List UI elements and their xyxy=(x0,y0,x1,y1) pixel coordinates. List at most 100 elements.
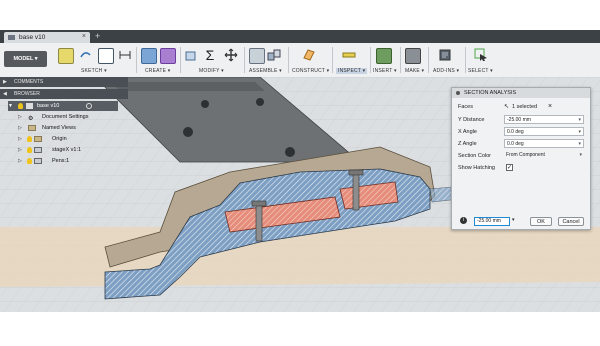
expand-arrow-icon[interactable]: ▷ xyxy=(18,112,22,122)
toolbar-divider xyxy=(332,47,333,73)
inspect-menu[interactable]: INSPECT ▾ xyxy=(336,68,368,74)
clear-selection-button[interactable]: × xyxy=(548,102,552,112)
toolbar-divider xyxy=(370,47,371,73)
main-toolbar: MODEL ▾ SKETCH ▾ CREATE ▾ Σ MODIFY ▾ ASS… xyxy=(0,43,600,78)
distance-input[interactable]: -25.00 mm xyxy=(474,217,510,226)
browser-panel-header[interactable]: ◀ BROWSER xyxy=(0,89,128,99)
new-component-icon[interactable] xyxy=(249,48,265,64)
z-angle-field[interactable]: 0.0 deg ▾ xyxy=(504,139,584,148)
document-tab[interactable]: base v10 × xyxy=(4,32,90,43)
section-analysis-dialog: SECTION ANALYSIS Faces ↖ 1 selected × Y … xyxy=(451,87,591,230)
screw xyxy=(255,204,263,242)
x-angle-field[interactable]: 0.0 deg ▾ xyxy=(504,127,584,136)
ok-button[interactable]: OK xyxy=(530,217,552,226)
joint-icon[interactable] xyxy=(267,48,281,62)
mount-hole xyxy=(183,127,193,137)
browser-item-document-settings[interactable]: ▷ ⚙ Document Settings xyxy=(18,112,118,122)
expand-arrow-icon[interactable]: ▼ xyxy=(8,101,13,111)
section-color-row: Section Color From Component ▾ xyxy=(458,151,584,160)
dropdown-arrow-icon[interactable]: ▾ xyxy=(578,128,581,136)
assemble-menu[interactable]: ASSEMBLE ▾ xyxy=(249,68,282,74)
cancel-button[interactable]: Cancel xyxy=(558,217,584,226)
modify-menu[interactable]: MODIFY ▾ xyxy=(199,68,224,74)
collapse-arrow-icon[interactable]: ▶ xyxy=(3,77,7,87)
toolbar-divider xyxy=(465,47,466,73)
document-tab-bar: base v10 × + xyxy=(0,30,600,43)
sketch-menu[interactable]: SKETCH ▾ xyxy=(81,68,107,74)
info-icon[interactable]: i xyxy=(460,217,467,224)
sum-icon[interactable]: Σ xyxy=(203,48,217,62)
offset-plane-icon[interactable] xyxy=(302,48,316,62)
create-sketch-icon[interactable] xyxy=(58,48,74,64)
browser-root-item[interactable]: ▼ base v10 xyxy=(8,101,118,111)
visibility-bulb-icon[interactable] xyxy=(27,147,32,153)
dropdown-arrow-icon[interactable]: ▾ xyxy=(578,116,581,124)
collapse-arrow-icon[interactable]: ◀ xyxy=(3,89,7,99)
dropdown-arrow-icon[interactable]: ▾ xyxy=(578,140,581,148)
scripts-icon[interactable] xyxy=(438,48,452,62)
active-radio-icon[interactable] xyxy=(86,103,92,109)
make-menu[interactable]: MAKE ▾ xyxy=(405,68,424,74)
faces-row: Faces ↖ 1 selected × xyxy=(458,102,553,112)
expand-arrow-icon[interactable]: ▷ xyxy=(18,134,22,144)
close-tab-button[interactable]: × xyxy=(82,33,86,40)
measure-icon[interactable] xyxy=(342,48,356,62)
expand-arrow-icon[interactable]: ▷ xyxy=(18,145,22,155)
browser-item-named-views[interactable]: ▷ Named Views xyxy=(18,123,118,133)
extrude-icon[interactable] xyxy=(141,48,157,64)
screw xyxy=(352,173,360,211)
component-icon xyxy=(34,147,42,153)
component-icon xyxy=(34,158,42,164)
visibility-bulb-icon[interactable] xyxy=(27,136,32,142)
construct-menu[interactable]: CONSTRUCT ▾ xyxy=(292,68,329,74)
move-icon[interactable] xyxy=(224,48,238,62)
workspace-switcher-button[interactable]: MODEL ▾ xyxy=(4,51,47,67)
add-ins-menu[interactable]: ADD-INS ▾ xyxy=(433,68,459,74)
browser-item-origin[interactable]: ▷ Origin xyxy=(18,134,118,144)
mount-hole xyxy=(256,98,264,106)
insert-image-icon[interactable] xyxy=(376,48,392,64)
toolbar-divider xyxy=(136,47,137,73)
show-hatching-row: Show Hatching ✓ xyxy=(458,164,513,171)
mount-hole xyxy=(285,147,295,157)
dialog-title: SECTION ANALYSIS xyxy=(464,90,517,96)
visibility-bulb-icon[interactable] xyxy=(18,103,23,109)
document-tab-title: base v10 xyxy=(19,34,46,41)
visibility-bulb-icon[interactable] xyxy=(27,158,32,164)
dialog-title-bar[interactable]: SECTION ANALYSIS xyxy=(452,88,590,98)
dropdown-arrow-icon[interactable]: ▾ xyxy=(579,151,582,159)
rail-slot xyxy=(110,82,265,91)
select-menu[interactable]: SELECT ▾ xyxy=(468,68,493,74)
insert-menu[interactable]: INSERT ▾ xyxy=(373,68,397,74)
dimension-icon[interactable] xyxy=(118,48,132,62)
form-icon[interactable] xyxy=(160,48,176,64)
show-hatching-checkbox[interactable]: ✓ xyxy=(506,164,513,171)
mount-hole xyxy=(201,100,209,108)
rectangle-icon[interactable] xyxy=(98,48,114,64)
create-menu[interactable]: CREATE ▾ xyxy=(145,68,170,74)
document-icon xyxy=(26,103,33,109)
3d-print-icon[interactable] xyxy=(405,48,421,64)
toolbar-divider xyxy=(180,47,181,73)
toolbar-divider xyxy=(428,47,429,73)
expand-arrow-icon[interactable]: ▷ xyxy=(18,123,22,133)
browser-item-pens[interactable]: ▷ Pens:1 xyxy=(18,156,118,166)
select-icon[interactable] xyxy=(474,48,488,62)
x-angle-row: X Angle 0.0 deg ▾ xyxy=(458,127,586,137)
browser-item-stagex[interactable]: ▷ stageX v1:1 xyxy=(18,145,118,155)
toolbar-divider xyxy=(244,47,245,73)
faces-selection-count[interactable]: 1 selected xyxy=(512,102,537,112)
cursor-select-icon[interactable]: ↖ xyxy=(504,102,509,112)
toolbar-divider xyxy=(400,47,401,73)
dialog-collapse-icon[interactable] xyxy=(456,91,460,95)
expand-arrow-icon[interactable]: ▷ xyxy=(18,156,22,166)
undo-arc-icon[interactable] xyxy=(78,48,92,62)
section-color-select[interactable]: From Component ▾ xyxy=(504,151,584,160)
comments-panel-header[interactable]: ▶ COMMENTS xyxy=(0,77,128,87)
folder-icon xyxy=(28,125,36,131)
y-distance-field[interactable]: -25.00 mm ▾ xyxy=(504,115,584,124)
new-tab-button[interactable]: + xyxy=(95,31,100,41)
dropdown-arrow-icon[interactable]: ▾ xyxy=(512,217,515,223)
document-icon xyxy=(8,35,15,40)
press-pull-icon[interactable] xyxy=(184,48,198,62)
